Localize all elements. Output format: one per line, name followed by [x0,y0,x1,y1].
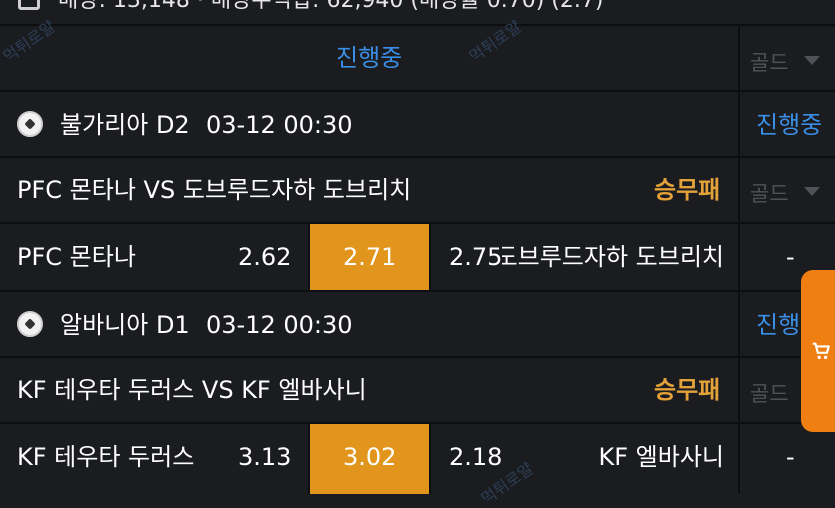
cart-icon [810,340,832,362]
grade-select-label: 골드 [750,382,789,406]
match-title: PFC 몬타나 VS 도브루드자하 도브리치 [17,176,412,204]
away-odds-cell[interactable]: 2.18 KF 엘바사니 [431,424,738,494]
league-name: 불가리아 D2 [60,111,190,139]
odds-row: KF 테우타 두러스 3.13 3.02 2.18 KF 엘바사니 - 먹튀로얄 [0,424,835,508]
away-odds: 2.75 [449,243,503,271]
status-header-row: 진행중 먹튀로얄 먹튀로얄 골드 [0,17,835,90]
home-team: KF 테우타 두러스 [17,443,195,471]
away-team: KF 엘바사니 [598,443,725,471]
top-summary-text: 배당: 13,148 · 배당수익합: 62,940 (배당율 0.70) (2… [58,0,604,13]
status-select-label: 골드 [750,51,789,75]
match-datetime: 03-12 00:30 [206,311,353,339]
match-datetime: 03-12 00:30 [206,111,353,139]
match-status: 진행중 [756,111,823,139]
home-odds: 2.62 [238,243,292,271]
league-row: 알바니아 D1 03-12 00:30 진행중 [0,292,835,356]
home-team: PFC 몬타나 [17,243,136,271]
match-title: KF 테우타 두러스 VS KF 엘바사니 [17,376,367,404]
grade-select[interactable]: 골드 [740,158,835,222]
home-odds-cell[interactable]: PFC 몬타나 2.62 [0,224,308,290]
league-name: 알바니아 D1 [60,311,190,339]
top-checkbox[interactable] [18,0,40,10]
home-odds: 3.13 [238,443,292,471]
home-odds-cell[interactable]: KF 테우타 두러스 3.13 [0,424,308,494]
status-header-label: 진행중 [336,44,403,72]
bet-type-label: 승무패 [654,176,721,204]
away-team: 도브루드자하 도브리치 [495,243,724,271]
bet-type-label: 승무패 [654,376,721,404]
away-odds: 2.18 [449,443,503,471]
chevron-down-icon [804,187,820,196]
draw-odds-cell[interactable]: 2.71 [310,224,429,290]
away-odds-cell[interactable]: 도브루드자하 도브리치 2.75 [431,224,738,290]
chevron-down-icon [804,56,820,65]
soccer-ball-icon [17,311,43,337]
status-select[interactable]: 골드 [740,26,835,90]
draw-odds: 3.02 [343,443,397,471]
odds-row: PFC 몬타나 2.62 2.71 도브루드자하 도브리치 2.75 - [0,224,835,290]
watermark: 먹튀로얄 [465,16,525,67]
top-summary-bar: 배당: 13,148 · 배당수익합: 62,940 (배당율 0.70) (2… [0,0,835,24]
cart-button[interactable] [801,270,835,432]
draw-odds-cell[interactable]: 3.02 [310,424,429,494]
watermark: 먹튀로얄 [0,16,59,67]
draw-odds: 2.71 [343,243,397,271]
grade-select-label: 골드 [750,182,789,206]
extra-value: - [786,243,795,271]
soccer-ball-icon [17,111,43,137]
match-title-row: KF 테우타 두러스 VS KF 엘바사니 승무패 골드 [0,358,835,422]
match-title-row: PFC 몬타나 VS 도브루드자하 도브리치 승무패 골드 [0,158,835,222]
league-row: 불가리아 D2 03-12 00:30 진행중 [0,92,835,156]
extra-value: - [786,443,795,471]
